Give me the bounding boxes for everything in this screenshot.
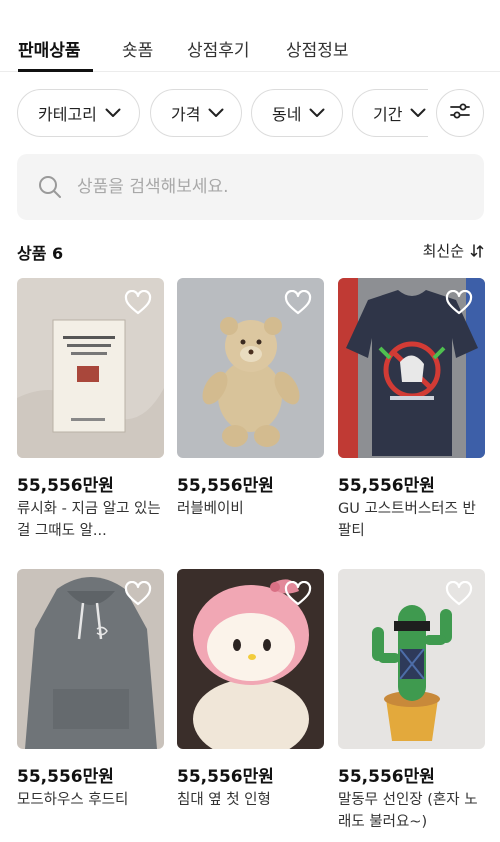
product-count: 상품 6 (17, 244, 64, 263)
chevron-down-icon (208, 108, 224, 118)
product-title: 러블베이비 (177, 501, 244, 517)
tab-store-info[interactable]: 상점정보 (286, 36, 349, 61)
heart-icon[interactable] (445, 289, 473, 316)
product-title: 침대 옆 첫 인형 (177, 792, 271, 808)
filter-neighborhood-label: 동네 (272, 105, 302, 124)
product-price: 55,556만원 (17, 767, 114, 787)
filter-neighborhood-chip[interactable]: 동네 (251, 89, 343, 137)
filter-price-label: 가격 (171, 105, 201, 124)
heart-icon[interactable] (445, 580, 473, 607)
filter-period-chip[interactable]: 기간 (352, 89, 428, 137)
search-icon (37, 174, 63, 200)
search-input[interactable] (77, 177, 457, 197)
heart-icon[interactable] (124, 289, 152, 316)
chevron-down-icon (105, 108, 121, 118)
sliders-icon (449, 102, 471, 124)
heart-icon[interactable] (284, 289, 312, 316)
chevron-down-icon (410, 108, 426, 118)
tab-reviews[interactable]: 상점후기 (187, 36, 250, 61)
product-price: 55,556만원 (17, 476, 114, 496)
product-title: GU 고스트버스터즈 반팔티 (338, 501, 476, 539)
filter-price-chip[interactable]: 가격 (150, 89, 242, 137)
product-title: 류시화 - 지금 알고 있는 걸 그때도 알... (17, 501, 161, 539)
sort-label: 최신순 (422, 242, 464, 260)
sort-icon (470, 243, 484, 258)
heart-icon[interactable] (124, 580, 152, 607)
heart-icon[interactable] (284, 580, 312, 607)
product-title: 모드하우스 후드티 (17, 792, 129, 808)
store-tabs: 판매상품 숏폼 상점후기 상점정보 (0, 0, 500, 72)
filter-bar: 카테고리 가격 동네 기간 (0, 89, 500, 137)
active-tab-indicator (18, 69, 93, 72)
product-title: 말동무 선인장 (혼자 노래도 불러요~) (338, 792, 478, 830)
filter-category-chip[interactable]: 카테고리 (17, 89, 140, 137)
filter-settings-button[interactable] (436, 89, 484, 137)
product-price: 55,556만원 (177, 476, 274, 496)
product-price: 55,556만원 (177, 767, 274, 787)
list-header: 상품 6 최신순 (17, 240, 484, 264)
chevron-down-icon (309, 108, 325, 118)
product-price: 55,556만원 (338, 476, 435, 496)
sort-button[interactable]: 최신순 (423, 240, 484, 261)
product-search-box[interactable] (17, 154, 484, 220)
tab-products[interactable]: 판매상품 (18, 36, 81, 61)
product-price: 55,556만원 (338, 767, 435, 787)
filter-period-label: 기간 (373, 105, 403, 124)
tab-shortform[interactable]: 숏폼 (122, 36, 153, 61)
filter-category-label: 카테고리 (38, 105, 97, 124)
